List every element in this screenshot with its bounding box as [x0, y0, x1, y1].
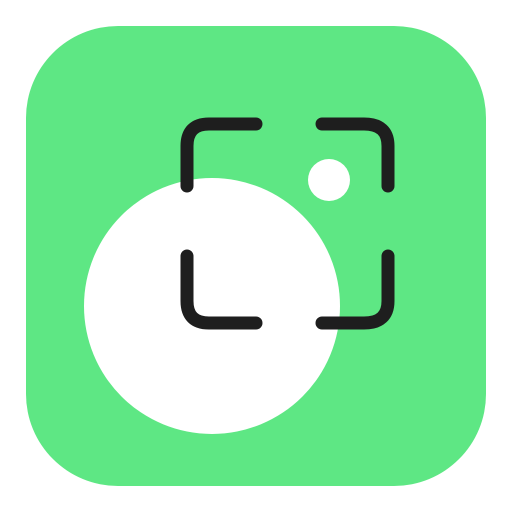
large-white-circle [84, 178, 340, 434]
app-icon[interactable] [0, 0, 512, 512]
canvas [0, 0, 512, 512]
app-icon-svg [26, 26, 486, 486]
small-white-dot [308, 159, 350, 201]
